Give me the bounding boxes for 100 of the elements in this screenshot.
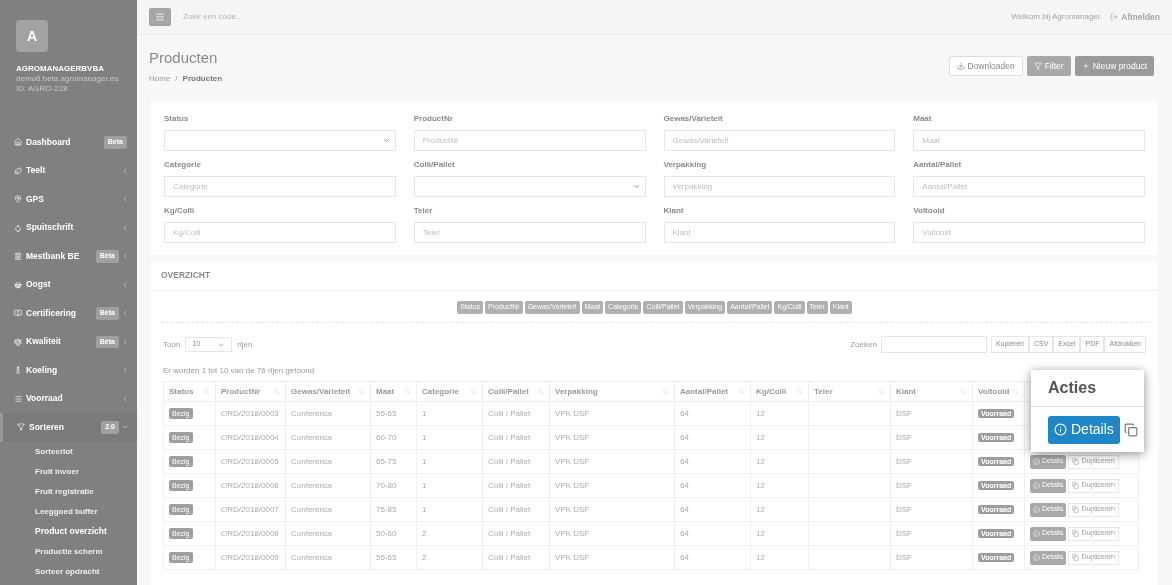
breadcrumb-item: Producten [182, 73, 223, 86]
filter-icon [1033, 62, 1042, 70]
table-cell: 12 [756, 432, 765, 442]
table-cell: DSF [896, 504, 912, 514]
filter-label: Klant [663, 205, 685, 217]
filter-label: ProductNr [413, 113, 454, 125]
copy-icon [1123, 422, 1138, 437]
domain-text: demo8.beta.agromanager.eu [16, 74, 120, 84]
table-cell: 1 [422, 432, 427, 442]
chevron-down-icon [631, 182, 641, 191]
sidebar-subitem[interactable]: Fruit invoer [0, 461, 137, 482]
sidebar-item[interactable]: Voorraad [0, 384, 137, 413]
select-field[interactable] [413, 176, 646, 197]
search-field[interactable] [880, 336, 987, 353]
input-field[interactable]: ProductNr [413, 130, 646, 151]
input-field[interactable]: Verpakking [663, 176, 896, 197]
column-header[interactable]: Gewas/Varieteit [285, 381, 371, 402]
panel-title: OVERZICHT [161, 269, 211, 282]
scale-icon [14, 337, 22, 346]
column-header[interactable]: Colli/Pallet [482, 381, 550, 402]
input-field[interactable]: Gewas/Varieteit [663, 130, 896, 151]
filter-label: Kg/Colli [164, 205, 196, 217]
input-field[interactable]: Maat [913, 130, 1145, 151]
book-icon [14, 309, 22, 318]
sidebar-subitem[interactable]: Sorteer opdracht [0, 561, 137, 582]
sidebar-item[interactable]: Teelt [0, 156, 137, 185]
sidebar-item[interactable]: GPS [0, 185, 137, 214]
table-cell: 64 [680, 432, 689, 442]
table-cell: ORD/2018/0005 [221, 456, 279, 466]
copy-icon [1072, 530, 1080, 537]
table-cell: Conference [291, 504, 333, 514]
column-header[interactable]: Kg/Colli [750, 381, 809, 402]
column-header[interactable]: Verpakking [549, 381, 675, 402]
table-cell: Conference [291, 408, 333, 418]
sidebar-item[interactable]: Oogst [0, 270, 137, 299]
input-field[interactable]: Aantal/Pallet [913, 176, 1145, 197]
column-header[interactable]: Voltooid [972, 381, 1025, 402]
column-header[interactable]: Status [163, 381, 216, 402]
table-cell: VPK DSF [555, 552, 590, 562]
table-cell: DSF [896, 408, 912, 418]
copy-icon [1072, 506, 1080, 513]
table-cell: Colli / Pallet [488, 456, 531, 466]
sidebar-subitem[interactable]: Productie scherm [0, 541, 137, 562]
header-button[interactable]: Filter [1026, 56, 1071, 76]
filter-label: Verpakking [663, 159, 708, 171]
table-cell: DSF [896, 528, 912, 538]
leaf-icon [14, 166, 22, 175]
table-cell: DSF [896, 480, 912, 490]
column-header[interactable]: Categorie [416, 381, 483, 402]
filter-label: Colli/Pallet [413, 159, 456, 171]
filter-label: Teler [413, 205, 434, 217]
header-button[interactable]: Nieuw product [1074, 56, 1154, 76]
info-icon [1033, 458, 1040, 465]
sidebar-subitem[interactable]: Leeggoed buffer [0, 501, 137, 522]
table-cell: 64 [680, 480, 689, 490]
table-cell: Conference [291, 432, 333, 442]
filter-label: Maat [913, 113, 933, 125]
menu-button[interactable] [149, 8, 171, 26]
sidebar-subitem[interactable]: Fruit registratie [0, 481, 137, 502]
info-icon [1033, 554, 1040, 561]
table-cell: 55-65 [376, 408, 397, 418]
table-cell: ORD/2018/0003 [221, 408, 279, 418]
column-header[interactable]: Klant [890, 381, 973, 402]
table-cell: DSF [896, 552, 912, 562]
column-header[interactable]: Aantal/Pallet [674, 381, 751, 402]
table-cell: Conference [291, 528, 333, 538]
table-cell: 12 [756, 504, 765, 514]
select-field[interactable] [164, 130, 396, 151]
table-cell: DSF [896, 432, 912, 442]
filter-label: Gewas/Varieteit [663, 113, 724, 125]
plus-icon [1081, 62, 1090, 70]
table-cell: 12 [756, 456, 765, 466]
logout-icon [1110, 13, 1119, 21]
filter-label: Status [164, 113, 190, 125]
bank-icon [14, 252, 22, 261]
sidebar-subitem[interactable]: Product overzicht [0, 521, 137, 542]
sidebar-subitem[interactable]: Sorteerlot [0, 441, 137, 462]
filter-icon [17, 423, 25, 432]
company-name: AGROMANAGERBVBA [16, 64, 105, 74]
logout-link[interactable]: Afmelden [1110, 10, 1160, 24]
table-cell: Conference [291, 552, 333, 562]
info-icon [1033, 506, 1040, 513]
column-header[interactable]: Maat [370, 381, 417, 402]
table-cell: Colli / Pallet [488, 408, 531, 418]
filter-label: Voltooid [913, 205, 946, 217]
details-button[interactable]: Details [1048, 415, 1120, 444]
list-icon [14, 394, 22, 403]
column-header[interactable]: Teler [808, 381, 891, 402]
table-cell: 64 [680, 552, 689, 562]
column-header[interactable]: ProductNr [215, 381, 286, 402]
table-cell: 64 [680, 408, 689, 418]
header-button[interactable]: Downloaden [948, 56, 1023, 76]
breadcrumb-item[interactable]: Home [149, 73, 171, 86]
table-cell: DSF [896, 456, 912, 466]
table-cell: 2 [422, 528, 427, 538]
sidebar-item[interactable]: Spuitschrift [0, 213, 137, 242]
home-icon [14, 138, 22, 147]
copy-icon [1072, 554, 1080, 561]
input-field[interactable]: Klant [663, 222, 896, 243]
sidebar-item[interactable]: Koeling [0, 356, 137, 385]
